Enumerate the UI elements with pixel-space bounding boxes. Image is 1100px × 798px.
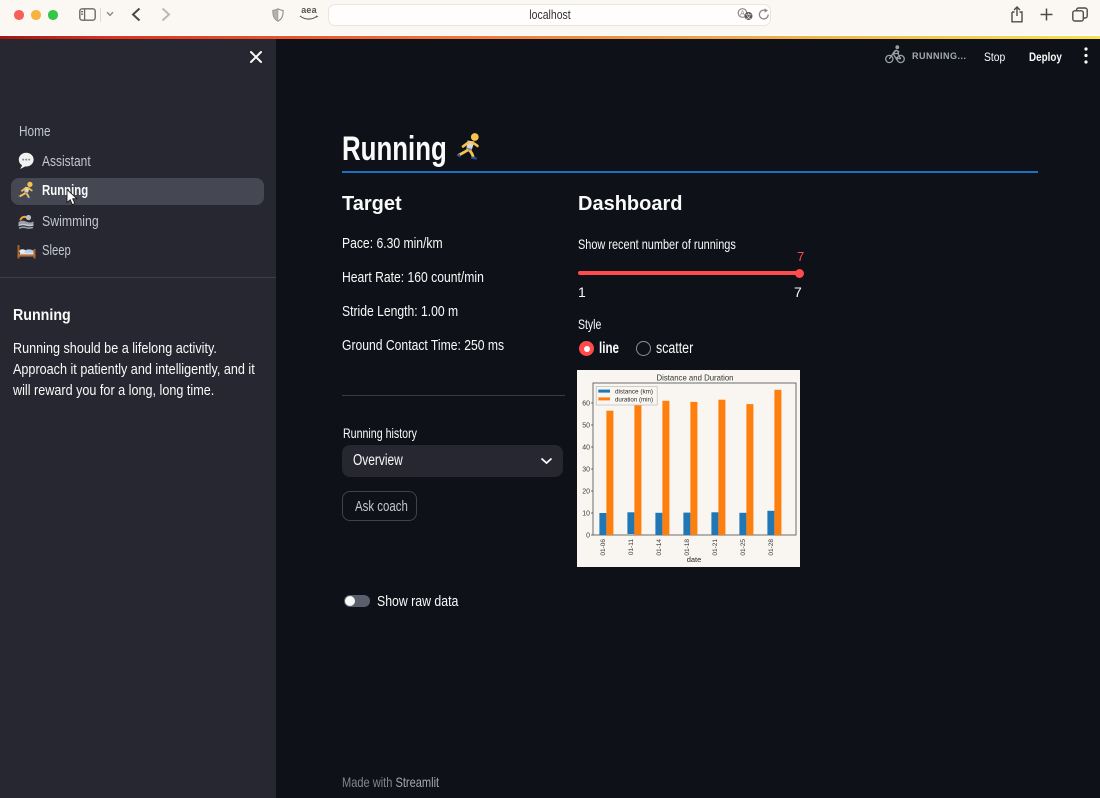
svg-text:01-11: 01-11 — [628, 539, 635, 556]
svg-text:50: 50 — [582, 423, 590, 430]
svg-text:duration (min): duration (min) — [615, 396, 653, 403]
svg-text:0: 0 — [586, 533, 590, 540]
svg-text:01-06: 01-06 — [600, 539, 607, 556]
svg-text:文: 文 — [745, 12, 752, 21]
svg-text:20: 20 — [582, 489, 590, 496]
svg-text:01-25: 01-25 — [740, 539, 747, 556]
svg-text:10: 10 — [582, 511, 590, 518]
svg-text:01-14: 01-14 — [656, 539, 663, 556]
svg-text:30: 30 — [582, 467, 590, 474]
svg-text:distance (km): distance (km) — [615, 389, 653, 396]
svg-text:40: 40 — [582, 445, 590, 452]
svg-text:01-28: 01-28 — [768, 539, 775, 556]
svg-text:date: date — [687, 555, 702, 564]
svg-text:01-18: 01-18 — [684, 539, 691, 556]
svg-text:Distance and Duration: Distance and Duration — [657, 373, 734, 383]
svg-text:60: 60 — [582, 401, 590, 408]
svg-text:01-21: 01-21 — [712, 539, 719, 556]
